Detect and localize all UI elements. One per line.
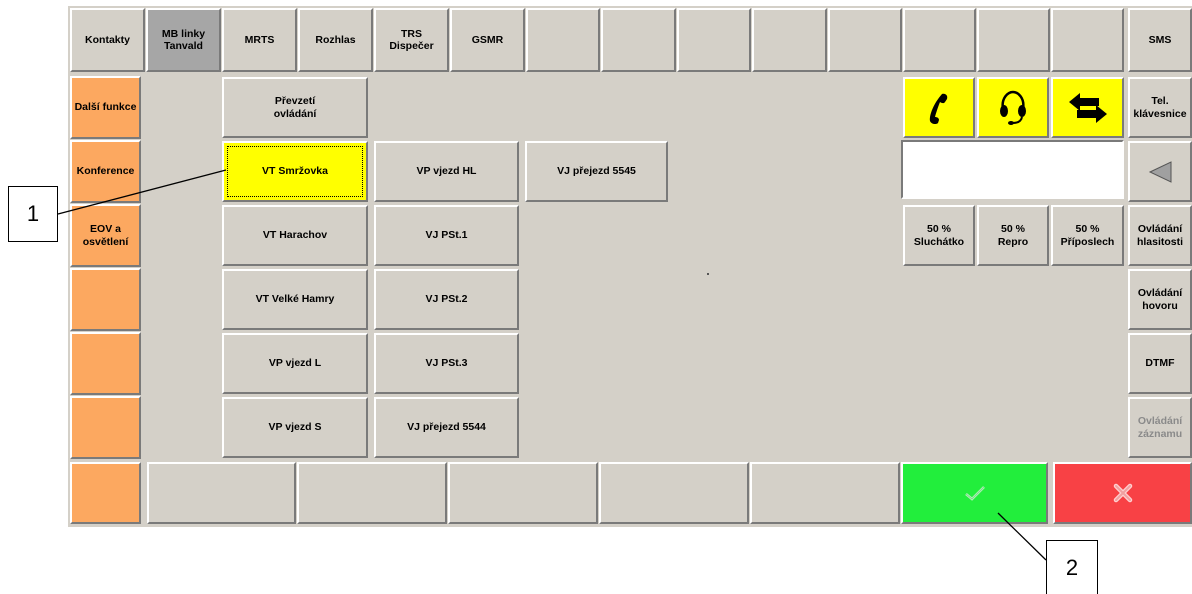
- callout-leader-lines: [57, 169, 1047, 561]
- callout-label-1: 1: [8, 186, 58, 242]
- callout-label-2: 2: [1046, 540, 1098, 594]
